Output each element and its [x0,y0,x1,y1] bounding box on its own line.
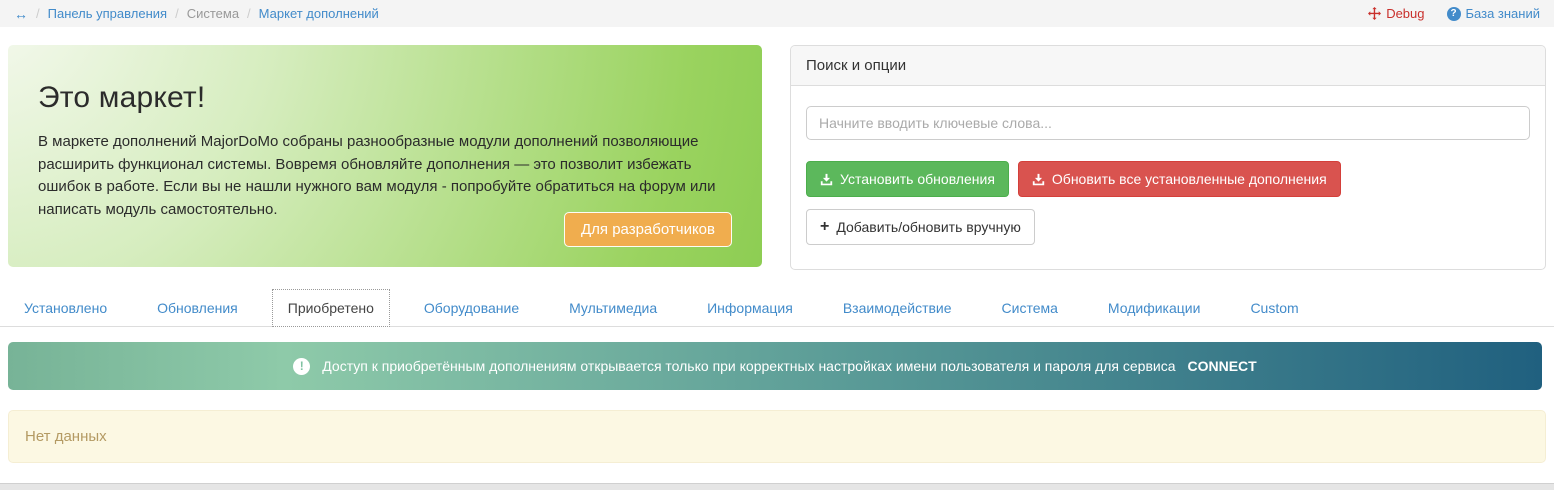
knowledge-base-link[interactable]: ? База знаний [1446,6,1541,21]
breadcrumb-separator: / [175,6,179,21]
connect-service-link[interactable]: CONNECT [1188,358,1257,374]
add-update-manually-label: Добавить/обновить вручную [836,219,1021,235]
no-data-message: Нет данных [25,428,107,445]
footer-divider [0,483,1554,490]
tab-system[interactable]: Система [986,289,1074,327]
update-all-installed-label: Обновить все установленные дополнения [1051,171,1327,187]
search-panel-body: Установить обновления Обновить все устан… [791,86,1545,269]
breadcrumb: ↔ / Панель управления / Система / Маркет… [14,6,379,22]
debug-link[interactable]: Debug [1368,6,1425,21]
exclamation-circle-icon: ! [293,357,311,375]
for-developers-button[interactable]: Для разработчиков [564,212,732,247]
top-bar: ↔ / Панель управления / Система / Маркет… [0,0,1554,27]
download-icon [820,173,833,185]
tab-equipment[interactable]: Оборудование [408,289,535,327]
market-hero-panel: Это маркет! В маркете дополнений MajorDo… [8,45,762,267]
keywords-search-input[interactable] [806,106,1530,140]
download-icon [1032,173,1045,185]
install-updates-label: Установить обновления [840,171,995,187]
tab-installed[interactable]: Установлено [8,289,123,327]
debug-label: Debug [1386,6,1425,21]
breadcrumb-system-label: Система [186,6,240,21]
breadcrumb-separator: / [247,6,251,21]
breadcrumb-control-panel-link[interactable]: Панель управления [48,6,167,21]
search-options-panel: Поиск и опции Установить обновления Об [790,45,1546,270]
update-buttons-row: Установить обновления Обновить все устан… [806,161,1530,197]
tab-interaction[interactable]: Взаимодействие [827,289,968,327]
question-circle-icon: ? [1446,6,1461,21]
tab-updates[interactable]: Обновления [141,289,254,327]
breadcrumb-addons-market-link[interactable]: Маркет дополнений [259,6,379,21]
tab-custom[interactable]: Custom [1234,289,1314,327]
notice-text: Доступ к приобретённым дополнениям откры… [322,358,1176,374]
install-updates-button[interactable]: Установить обновления [806,161,1009,197]
breadcrumb-separator: / [36,6,40,21]
hero-title: Это маркет! [38,81,206,114]
hero-description: В маркете дополнений MajorDoMo собраны р… [38,133,716,218]
plus-icon: + [820,218,830,235]
search-panel-title: Поиск и опции [791,46,1545,86]
connect-access-notice: ! Доступ к приобретённым дополнениям отк… [8,342,1542,390]
topbar-right: Debug ? База знаний [1368,6,1540,21]
tab-purchased[interactable]: Приобретено [271,289,390,327]
move-arrows-icon [1368,7,1382,20]
update-all-installed-button[interactable]: Обновить все установленные дополнения [1017,161,1341,197]
no-data-alert: Нет данных [8,410,1546,463]
top-columns: Это маркет! В маркете дополнений MajorDo… [8,45,1546,270]
tab-multimedia[interactable]: Мультимедиа [553,289,673,327]
tab-information[interactable]: Информация [691,289,809,327]
tab-modifications[interactable]: Модификации [1092,289,1217,327]
breadcrumb-home-arrows-icon[interactable]: ↔ [14,6,28,22]
market-category-tabs: Установлено Обновления Приобретено Обору… [0,288,1554,327]
knowledge-base-label: База знаний [1465,6,1541,21]
add-update-manually-button[interactable]: + Добавить/обновить вручную [806,209,1035,245]
